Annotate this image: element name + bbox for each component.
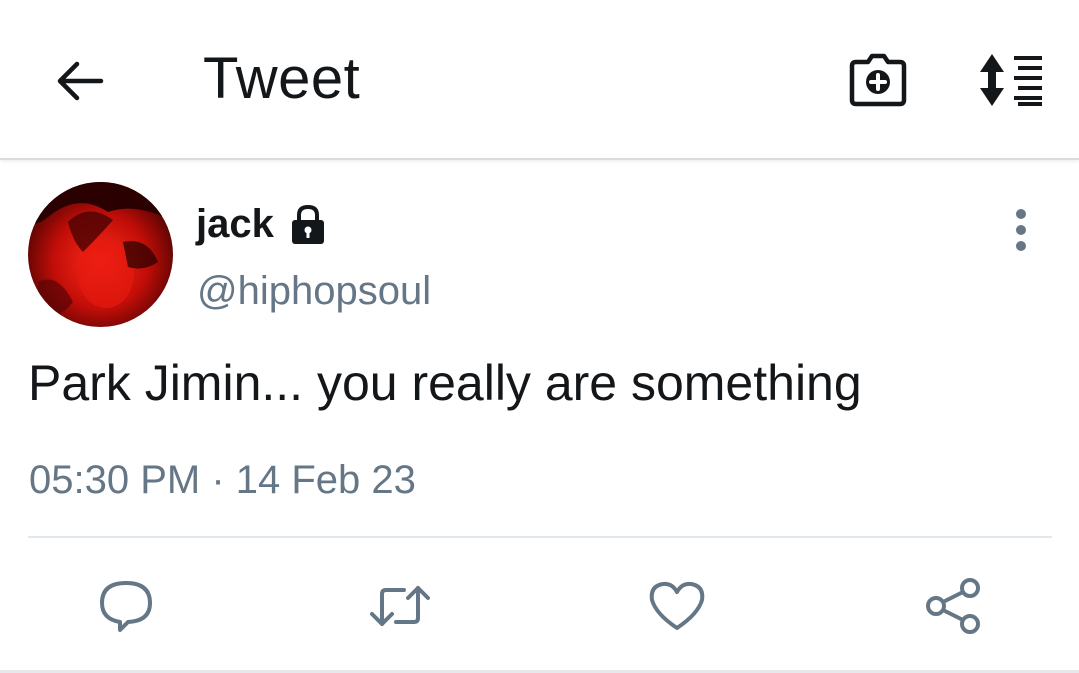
tweet-text: Park Jimin... you really are something — [28, 355, 862, 411]
camera-button[interactable] — [842, 44, 914, 116]
like-button[interactable] — [645, 574, 709, 638]
camera-add-icon — [849, 53, 907, 107]
divider — [28, 536, 1052, 538]
back-button[interactable] — [44, 46, 114, 116]
reply-button[interactable] — [94, 574, 158, 638]
retweet-icon — [370, 586, 430, 626]
author-name[interactable]: jack — [196, 200, 274, 248]
avatar[interactable] — [28, 182, 173, 327]
share-button[interactable] — [922, 574, 986, 638]
tweet-timestamp: 05:30 PM · 14 Feb 23 — [29, 458, 416, 502]
sort-lines-icon — [980, 54, 1042, 106]
retweet-button[interactable] — [368, 574, 432, 638]
heart-icon — [649, 581, 705, 630]
reply-bubble-icon — [100, 581, 152, 632]
author-handle[interactable]: @hiphopsoul — [197, 267, 431, 315]
share-icon — [926, 578, 980, 634]
top-app-bar: Tweet — [0, 0, 1079, 160]
page-title: Tweet — [203, 46, 361, 111]
vertical-dots-icon — [1016, 209, 1026, 251]
avatar-image — [28, 182, 173, 327]
lock-icon — [292, 204, 324, 244]
arrow-left-icon — [57, 61, 104, 101]
more-options-button[interactable] — [998, 204, 1044, 256]
sort-button[interactable] — [970, 44, 1054, 116]
